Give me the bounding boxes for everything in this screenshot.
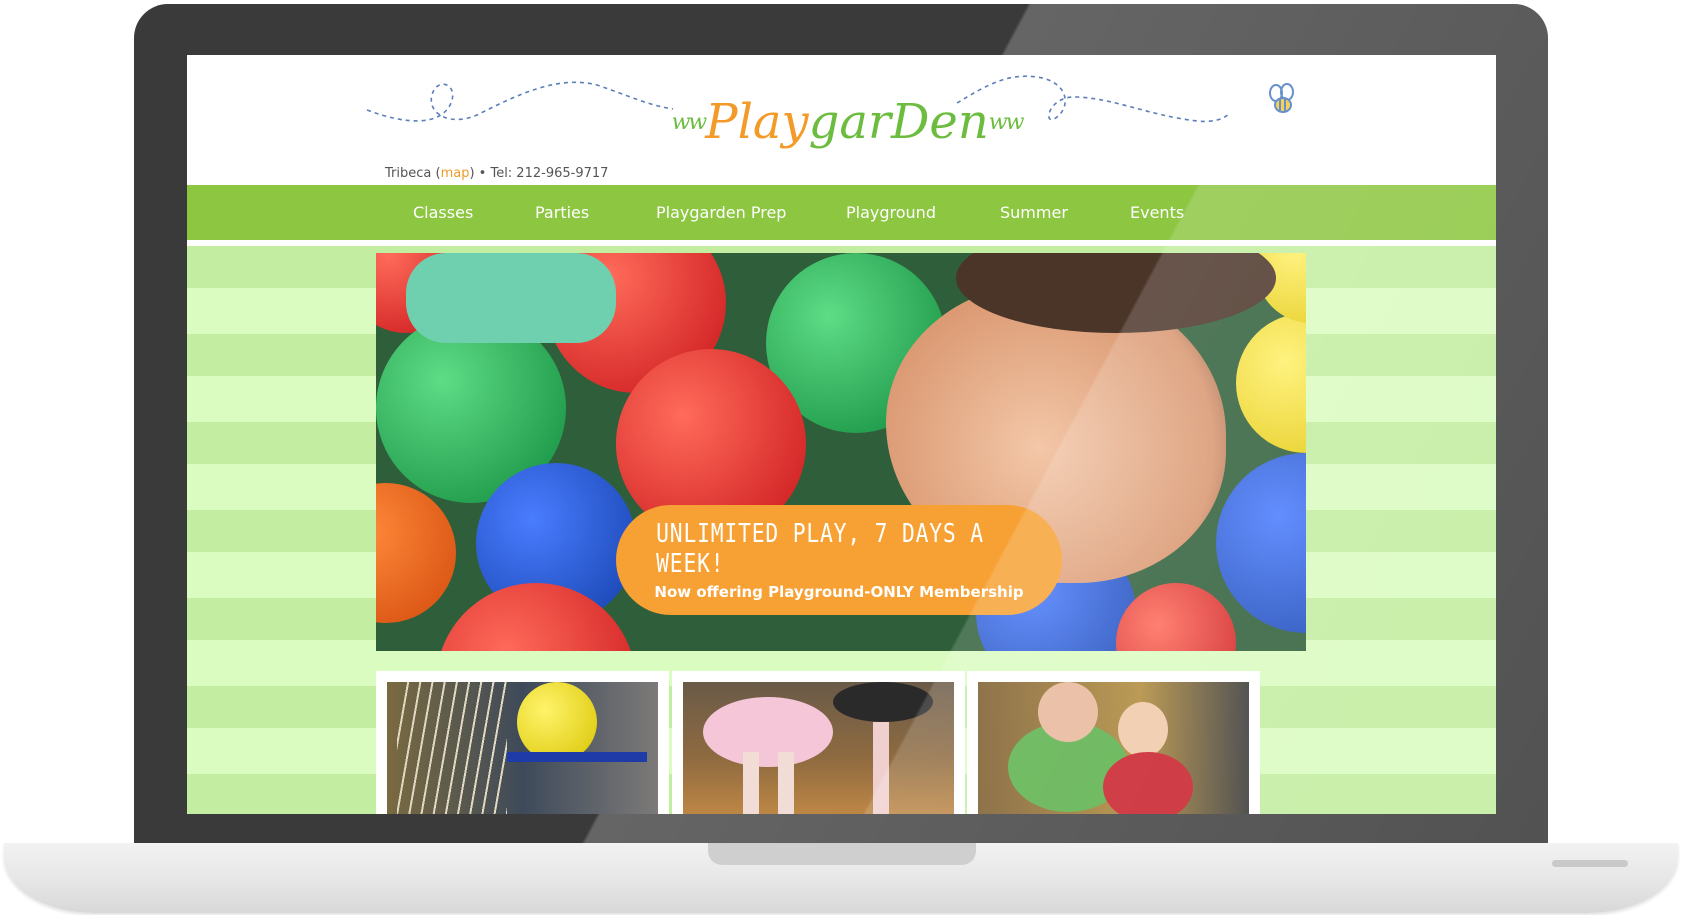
thumbnail-card[interactable] [376,671,669,814]
playgarden-logo[interactable]: ww Play garDen ww [672,67,1025,177]
hero-ball [1236,313,1306,453]
hero-headline: UNLIMITED PLAY, 7 DAYS A WEEK! [656,519,984,579]
nav-item-parties[interactable]: Parties [535,203,589,222]
grass-decoration: ww [671,109,708,135]
hero-badge[interactable]: UNLIMITED PLAY, 7 DAYS A WEEK! Now offer… [616,505,1062,615]
thumbnail-image [978,682,1249,814]
dancer-leg [778,752,794,814]
logo-text-garden: garDen [808,94,989,150]
hoop-net [397,682,507,814]
hero-subline: Now offering Playground-ONLY Membership [654,583,1024,601]
teacher-face [1038,682,1098,742]
yellow-ball [517,682,597,762]
nav-item-events[interactable]: Events [1130,203,1184,222]
nav-item-classes[interactable]: Classes [413,203,473,222]
hero-ball [1216,453,1306,633]
bee-icon [1269,83,1294,113]
laptop-screen: ww Play garDen ww Tribeca (map) • Tel: 2… [187,55,1496,814]
logo-text-play: Play [705,94,809,150]
main-nav: Classes Parties Playgarden Prep Playgrou… [187,185,1496,243]
grass-decoration: ww [988,109,1025,135]
location-text: Tribeca ( [385,166,441,181]
dancer-leg [743,752,759,814]
thumbnail-image [683,682,954,814]
nav-item-playground[interactable]: Playground [846,203,936,222]
nav-item-playgarden-prep[interactable]: Playgarden Prep [656,203,786,222]
thumbnail-card[interactable] [967,671,1260,814]
phone-text: ) • Tel: 212-965-9717 [469,166,609,181]
hero-ball [376,483,456,623]
baby-shirt [1103,752,1193,814]
black-tutu [833,682,933,722]
laptop-notch [708,843,976,865]
baby-face [1118,702,1168,757]
hero-ball [1116,583,1236,651]
thumbnail-card[interactable] [672,671,965,814]
nav-item-summer[interactable]: Summer [1000,203,1068,222]
hero-banner[interactable]: UNLIMITED PLAY, 7 DAYS A WEEK! Now offer… [376,253,1306,651]
contact-info: Tribeca (map) • Tel: 212-965-9717 [385,166,608,181]
hoop-rim [507,752,647,762]
pink-tutu [703,697,833,767]
map-link[interactable]: map [441,166,470,181]
site-header: ww Play garDen ww Tribeca (map) • Tel: 2… [187,55,1496,185]
thumbnail-image [387,682,658,814]
child-sleeve [406,253,616,343]
dancer-leg [873,722,889,814]
laptop-slot [1552,860,1628,867]
